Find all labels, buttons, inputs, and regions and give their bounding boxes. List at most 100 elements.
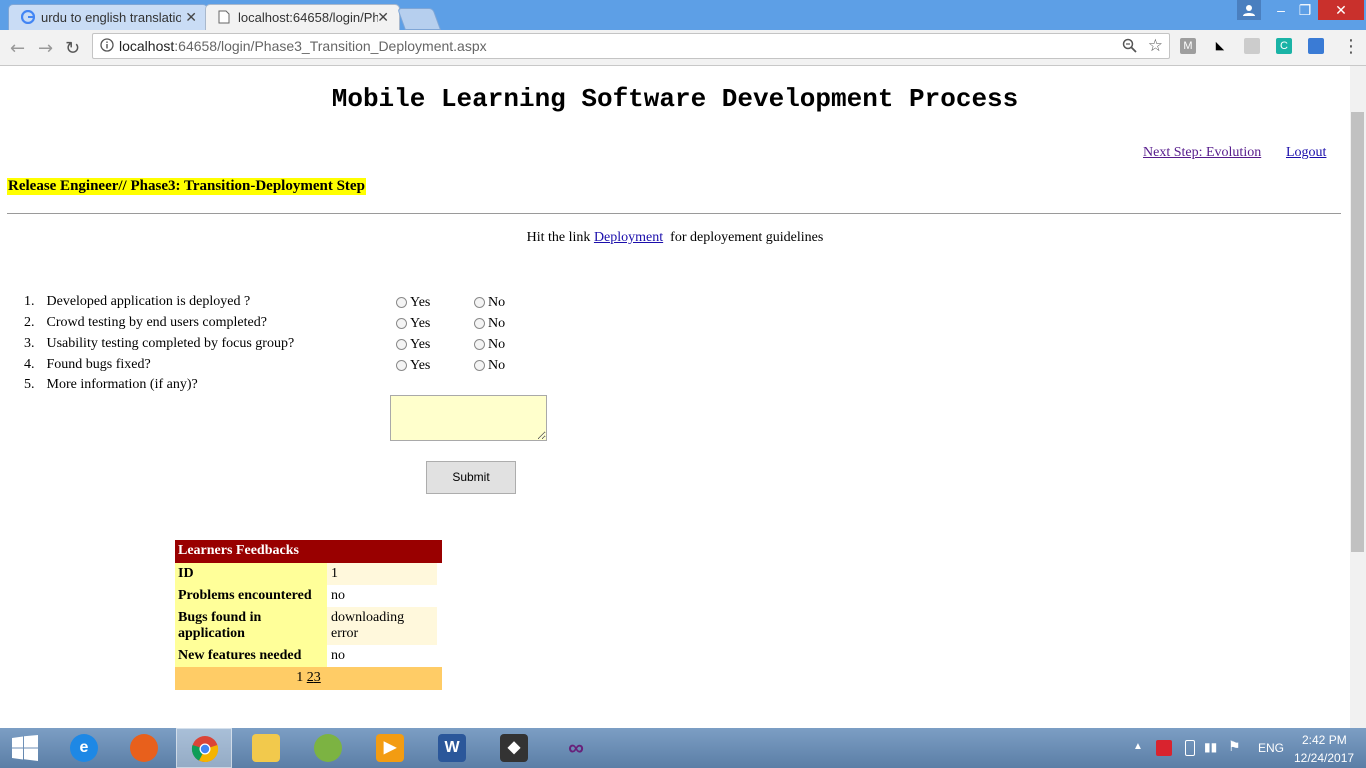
- deployment-link[interactable]: Deployment: [594, 230, 663, 245]
- file-explorer-icon[interactable]: [238, 728, 294, 768]
- pager-link-page-2[interactable]: 2: [307, 670, 314, 685]
- more-info-textarea[interactable]: [390, 395, 547, 441]
- tab-title: localhost:64658/login/Ph: [238, 10, 378, 25]
- scrollbar-thumb[interactable]: [1351, 112, 1364, 552]
- url-host: localhost: [119, 38, 175, 54]
- divider: [7, 213, 1341, 214]
- back-icon[interactable]: ←: [10, 38, 25, 59]
- feedback-value: no: [331, 588, 345, 603]
- clock-date[interactable]: 12/24/2017: [1294, 751, 1354, 765]
- q2-no-radio[interactable]: [474, 318, 485, 329]
- question-row: 2. Crowd testing by end users completed?: [24, 315, 267, 331]
- bookmark-star-icon[interactable]: ☆: [1148, 36, 1163, 56]
- tab-localhost[interactable]: localhost:64658/login/Ph ✕: [205, 4, 400, 30]
- google-icon: [20, 9, 36, 25]
- network-icon[interactable]: ▮▮: [1204, 740, 1217, 755]
- submit-button[interactable]: Submit: [426, 461, 516, 494]
- feedback-value: 1: [327, 563, 437, 585]
- question-text: More information (if any)?: [46, 377, 198, 392]
- tab-title: urdu to english translatio: [41, 10, 181, 25]
- table-row: Problems encountered no: [175, 585, 442, 607]
- extension-m-icon[interactable]: M: [1180, 38, 1196, 54]
- antivirus-tray-icon[interactable]: [1156, 740, 1172, 756]
- clock-time[interactable]: 2:42 PM: [1302, 733, 1347, 747]
- forward-icon[interactable]: →: [38, 38, 53, 59]
- feedback-header: Learners Feedbacks: [175, 540, 442, 563]
- feedback-table: Learners Feedbacks ID 1 Problems encount…: [175, 540, 442, 690]
- pager-link-page-3[interactable]: 3: [314, 670, 321, 685]
- question-text: Developed application is deployed ?: [46, 294, 251, 309]
- question-number: 3.: [24, 336, 35, 351]
- feedback-pager: 1 23: [175, 667, 442, 690]
- browser-tab-strip: urdu to english translatio ✕ localhost:6…: [0, 0, 1366, 30]
- info-icon[interactable]: [100, 38, 114, 57]
- show-hidden-icons[interactable]: ▲: [1133, 741, 1143, 752]
- close-icon[interactable]: ✕: [185, 9, 197, 26]
- question-row: 3. Usability testing completed by focus …: [24, 336, 294, 352]
- q3-no-label: No: [488, 337, 506, 352]
- language-indicator[interactable]: ENG: [1258, 741, 1284, 755]
- q3-yes-label: Yes: [410, 337, 431, 352]
- profile-icon[interactable]: [1237, 0, 1261, 20]
- feedback-key: New features needed: [175, 645, 327, 667]
- table-row: ID 1: [175, 563, 442, 585]
- logout-link[interactable]: Logout: [1286, 145, 1326, 161]
- question-text: Found bugs fixed?: [46, 357, 151, 372]
- q4-no-label: No: [488, 358, 506, 373]
- next-step-link[interactable]: Next Step: Evolution: [1143, 145, 1261, 161]
- menu-icon[interactable]: ⋮: [1342, 36, 1360, 57]
- android-studio-icon[interactable]: [300, 728, 356, 768]
- action-center-flag-icon[interactable]: ⚑: [1228, 739, 1241, 756]
- extension-bird-icon[interactable]: ◣: [1212, 38, 1228, 54]
- extension-cube-icon[interactable]: [1244, 38, 1260, 54]
- pager-current-page: 1: [296, 670, 304, 685]
- question-number: 4.: [24, 357, 35, 372]
- window-close-icon[interactable]: ✕: [1318, 0, 1364, 20]
- q1-no-label: No: [488, 295, 506, 310]
- zoom-icon[interactable]: [1122, 38, 1137, 58]
- extension-screen-icon[interactable]: [1308, 38, 1324, 54]
- new-tab-button[interactable]: [396, 8, 442, 30]
- hint-prefix: Hit the link: [526, 230, 591, 245]
- page-title: Mobile Learning Software Development Pro…: [331, 84, 1019, 114]
- word-icon[interactable]: W: [424, 728, 480, 768]
- visual-studio-icon[interactable]: ∞: [548, 728, 604, 768]
- start-button[interactable]: [0, 728, 50, 768]
- question-text: Usability testing completed by focus gro…: [46, 336, 295, 351]
- q3-no-radio[interactable]: [474, 339, 485, 350]
- app-diamond-icon[interactable]: ◆: [486, 728, 542, 768]
- question-row: 5. More information (if any)?: [24, 377, 198, 393]
- battery-icon[interactable]: [1185, 740, 1195, 756]
- question-text: Crowd testing by end users completed?: [46, 315, 267, 330]
- question-number: 1.: [24, 294, 35, 309]
- page-icon: [218, 10, 232, 24]
- media-player-icon[interactable]: ▶: [362, 728, 418, 768]
- address-bar[interactable]: localhost:64658/login/Phase3_Transition_…: [92, 33, 1170, 59]
- q2-yes-radio[interactable]: [396, 318, 407, 329]
- q1-yes-radio[interactable]: [396, 297, 407, 308]
- question-number: 2.: [24, 315, 35, 330]
- page-content: Mobile Learning Software Development Pro…: [0, 66, 1350, 728]
- close-icon[interactable]: ✕: [377, 9, 389, 26]
- tab-translate[interactable]: urdu to english translatio ✕: [8, 4, 208, 30]
- url-text: localhost:64658/login/Phase3_Transition_…: [119, 38, 487, 54]
- browser-toolbar: ← → ↻ localhost:64658/login/Phase3_Trans…: [0, 30, 1366, 66]
- question-row: 4. Found bugs fixed?: [24, 357, 151, 373]
- q4-yes-radio[interactable]: [396, 360, 407, 371]
- q1-no-radio[interactable]: [474, 297, 485, 308]
- q4-no-radio[interactable]: [474, 360, 485, 371]
- reload-icon[interactable]: ↻: [65, 38, 80, 59]
- question-row: 1. Developed application is deployed ?: [24, 294, 250, 310]
- q3-yes-radio[interactable]: [396, 339, 407, 350]
- q2-no-label: No: [488, 316, 506, 331]
- internet-explorer-icon[interactable]: e: [56, 728, 112, 768]
- feedback-key: Problems encountered: [175, 585, 327, 607]
- restore-icon[interactable]: ❐: [1288, 0, 1322, 20]
- q4-yes-label: Yes: [410, 358, 431, 373]
- extension-c-icon[interactable]: C: [1276, 38, 1292, 54]
- feedback-value: downloading error: [327, 607, 437, 645]
- chrome-icon[interactable]: [176, 728, 232, 768]
- role-heading: Release Engineer// Phase3: Transition-De…: [7, 178, 366, 195]
- firefox-icon[interactable]: [116, 728, 172, 768]
- feedback-key: ID: [175, 563, 327, 585]
